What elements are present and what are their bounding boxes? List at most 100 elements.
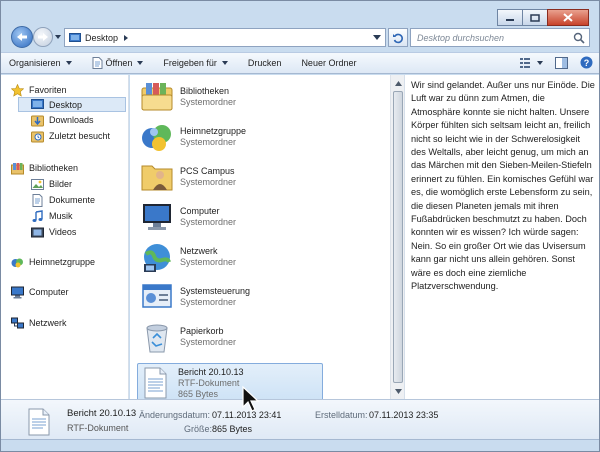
minimize-icon bbox=[506, 18, 514, 21]
close-icon bbox=[563, 13, 573, 22]
help-button[interactable]: ? bbox=[580, 56, 593, 69]
open-button[interactable]: Öffnen bbox=[92, 57, 144, 69]
nav-recent-label: Zuletzt besucht bbox=[49, 131, 111, 141]
chevron-down-icon bbox=[137, 61, 144, 65]
search-icon[interactable] bbox=[573, 32, 585, 44]
refresh-icon bbox=[393, 33, 403, 43]
nav-music-label: Musik bbox=[49, 211, 73, 221]
file-name: Computer bbox=[180, 206, 220, 216]
nav-libraries[interactable]: Bibliotheken bbox=[11, 161, 78, 175]
network-icon bbox=[11, 317, 24, 328]
nav-item-documents[interactable]: Dokumente bbox=[31, 193, 95, 207]
libraries-icon bbox=[11, 162, 24, 174]
nav-item-downloads[interactable]: Downloads bbox=[31, 113, 94, 127]
desktop-icon bbox=[31, 99, 44, 109]
nav-homegroup[interactable]: Heimnetzgruppe bbox=[11, 255, 95, 269]
address-dropdown-icon[interactable] bbox=[373, 35, 381, 41]
recent-places-icon bbox=[31, 131, 44, 142]
nav-item-desktop[interactable]: Desktop bbox=[18, 97, 126, 112]
new-folder-label: Neuer Ordner bbox=[301, 58, 357, 68]
nav-libraries-label: Bibliotheken bbox=[29, 163, 79, 173]
user-folder-icon bbox=[141, 165, 173, 191]
open-label: Öffnen bbox=[105, 58, 133, 68]
back-button[interactable] bbox=[11, 26, 33, 48]
details-file-name: Bericht 20.10.13 bbox=[67, 408, 137, 419]
scroll-up-button[interactable] bbox=[391, 76, 405, 90]
file-name: Papierkorb bbox=[180, 326, 224, 336]
new-folder-button[interactable]: Neuer Ordner bbox=[301, 58, 356, 68]
file-name: Systemsteuerung bbox=[180, 286, 251, 296]
scroll-thumb[interactable] bbox=[393, 91, 403, 383]
nav-documents-label: Dokumente bbox=[49, 195, 96, 205]
details-file-type: RTF-Dokument bbox=[67, 423, 129, 433]
nav-item-music[interactable]: Musik bbox=[31, 209, 73, 223]
nav-downloads-label: Downloads bbox=[49, 115, 94, 125]
toolbar-right-group: ? bbox=[508, 56, 593, 69]
refresh-button[interactable] bbox=[388, 28, 408, 47]
file-list: Bibliotheken Systemordner Heimnetzgruppe… bbox=[130, 75, 390, 403]
file-type: Systemordner bbox=[180, 97, 237, 107]
file-item[interactable]: Heimnetzgruppe Systemordner bbox=[140, 117, 322, 157]
size-value: 865 Bytes bbox=[212, 424, 253, 434]
forward-button[interactable] bbox=[33, 27, 53, 47]
file-item[interactable]: PCS Campus Systemordner bbox=[140, 157, 322, 197]
rtf-document-icon bbox=[28, 408, 50, 436]
nav-item-recent[interactable]: Zuletzt besucht bbox=[31, 129, 110, 143]
file-item-selected[interactable]: Bericht 20.10.13 RTF-Dokument 865 Bytes bbox=[137, 363, 323, 403]
nav-pictures-label: Bilder bbox=[49, 179, 73, 189]
minimize-button[interactable] bbox=[497, 9, 523, 26]
computer-icon bbox=[143, 204, 171, 230]
preview-pane: Wir sind gelandet. Außer uns nur Einöde.… bbox=[404, 75, 599, 399]
control-panel-icon bbox=[142, 284, 172, 308]
search-input[interactable]: Desktop durchsuchen bbox=[410, 28, 590, 47]
file-name: Bericht 20.10.13 bbox=[178, 366, 244, 377]
nav-item-videos[interactable]: Videos bbox=[31, 225, 76, 239]
svg-text:?: ? bbox=[584, 58, 590, 68]
recycle-bin-icon bbox=[146, 324, 168, 353]
nav-network-label: Netzwerk bbox=[29, 318, 67, 328]
nav-videos-label: Videos bbox=[49, 227, 77, 237]
file-item[interactable]: Computer Systemordner bbox=[140, 197, 322, 237]
organize-label: Organisieren bbox=[9, 58, 61, 68]
document-icon bbox=[92, 57, 103, 69]
breadcrumb-desktop[interactable]: Desktop bbox=[85, 33, 118, 43]
scroll-down-button[interactable] bbox=[391, 384, 405, 398]
preview-pane-button[interactable] bbox=[555, 56, 568, 69]
nav-desktop-label: Desktop bbox=[49, 99, 83, 110]
file-name: Heimnetzgruppe bbox=[180, 126, 247, 136]
nav-item-pictures[interactable]: Bilder bbox=[31, 177, 72, 191]
breadcrumb-chevron-icon[interactable] bbox=[123, 34, 129, 42]
window-bottom-border bbox=[1, 439, 599, 451]
music-icon bbox=[32, 209, 43, 222]
file-item[interactable]: Papierkorb Systemordner bbox=[140, 317, 322, 357]
share-button[interactable]: Freigeben für bbox=[163, 58, 228, 68]
chevron-down-icon bbox=[65, 61, 72, 65]
preview-text: Wir sind gelandet. Außer uns nur Einöde.… bbox=[411, 80, 595, 292]
print-button[interactable]: Drucken bbox=[248, 58, 282, 68]
created-label: Erstelldatum: bbox=[315, 410, 368, 420]
organize-button[interactable]: Organisieren bbox=[9, 58, 72, 68]
nav-network[interactable]: Netzwerk bbox=[11, 316, 67, 330]
preview-pane-icon bbox=[555, 56, 568, 69]
file-item[interactable]: Bibliotheken Systemordner bbox=[140, 77, 322, 117]
navigation-pane: Favoriten Desktop Downloads Zuletzt besu… bbox=[1, 75, 129, 399]
nav-favorites[interactable]: Favoriten bbox=[11, 83, 67, 97]
file-item[interactable]: Systemsteuerung Systemordner bbox=[140, 277, 322, 317]
view-options-button[interactable] bbox=[520, 57, 543, 69]
recent-pages-dropdown-icon[interactable] bbox=[54, 33, 62, 41]
close-button[interactable] bbox=[547, 9, 589, 26]
file-type: Systemordner bbox=[180, 137, 237, 147]
file-type: Systemordner bbox=[180, 177, 237, 187]
maximize-button[interactable] bbox=[522, 9, 548, 26]
file-list-scrollbar[interactable] bbox=[390, 75, 404, 399]
caption-buttons bbox=[497, 9, 589, 26]
nav-computer[interactable]: Computer bbox=[11, 285, 69, 299]
file-type: Systemordner bbox=[180, 337, 237, 347]
file-item[interactable]: Netzwerk Systemordner bbox=[140, 237, 322, 277]
address-bar[interactable]: Desktop bbox=[64, 28, 386, 47]
maximize-icon bbox=[530, 13, 540, 22]
nav-favorites-label: Favoriten bbox=[29, 85, 67, 95]
chevron-down-icon bbox=[537, 60, 543, 65]
file-name: PCS Campus bbox=[180, 166, 235, 176]
scroll-up-icon bbox=[394, 80, 402, 86]
